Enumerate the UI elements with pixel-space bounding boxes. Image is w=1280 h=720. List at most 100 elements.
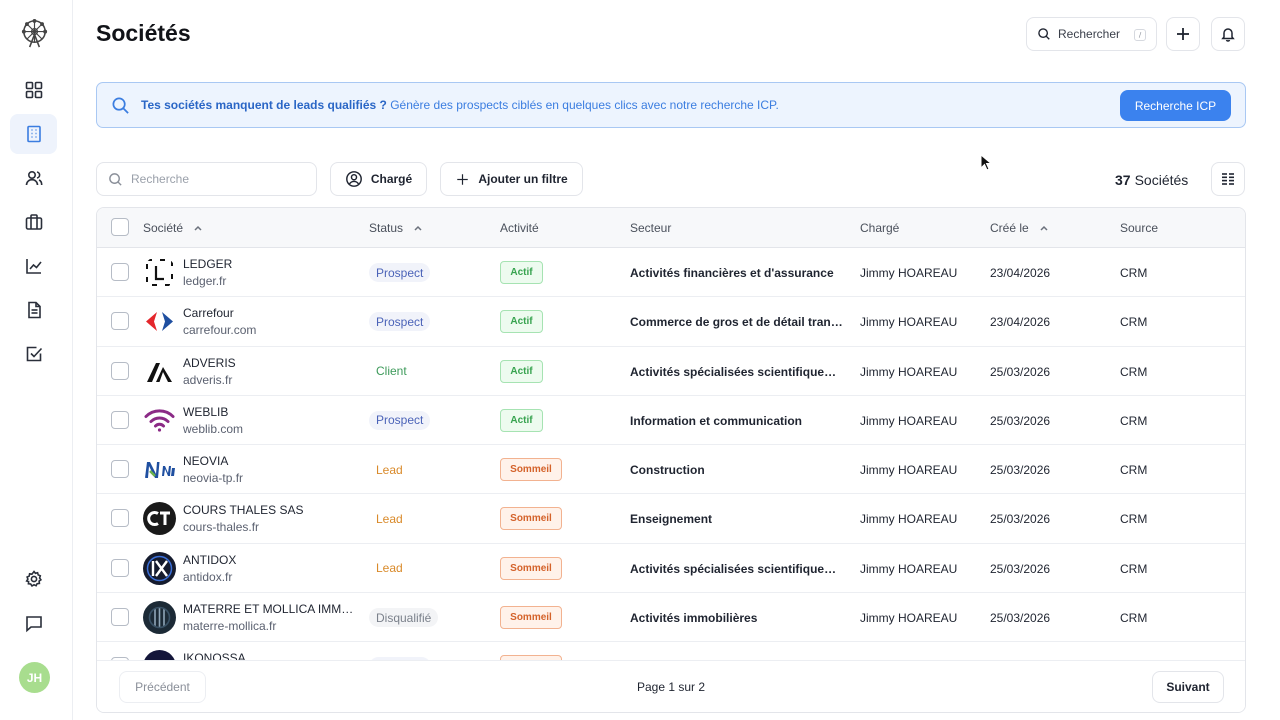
- company-logo: [143, 502, 176, 536]
- table-row[interactable]: COURS THALES SAS cours-thales.fr Lead So…: [97, 494, 1245, 544]
- owner-filter-button[interactable]: Chargé: [330, 162, 427, 196]
- next-page-button[interactable]: Suivant: [1152, 671, 1224, 703]
- nav-companies[interactable]: [10, 114, 57, 154]
- column-source[interactable]: Source: [1120, 221, 1158, 235]
- company-name[interactable]: NEOVIA: [183, 454, 228, 468]
- owner-cell: Jimmy HOAREAU: [860, 315, 958, 330]
- company-name[interactable]: Carrefour: [183, 306, 234, 320]
- table-header: Société Status Activité Secteur Chargé C…: [97, 208, 1245, 248]
- users-icon: [25, 170, 42, 186]
- pagination: Précédent Page 1 sur 2 Suivant: [97, 660, 1245, 712]
- banner-text: Génère des prospects ciblés en quelques …: [386, 98, 779, 112]
- status-badge: Prospect: [369, 263, 431, 282]
- table-row[interactable]: MATERRE ET MOLLICA IMM… materre-mollica.…: [97, 593, 1245, 643]
- table-row[interactable]: LEDGER ledger.fr Prospect Actif Activité…: [97, 248, 1245, 298]
- company-name[interactable]: LEDGER: [183, 257, 232, 271]
- nav-messages[interactable]: [10, 603, 57, 643]
- owner-cell: Jimmy HOAREAU: [860, 512, 958, 527]
- status-badge: Prospect: [369, 312, 431, 332]
- search-input[interactable]: Recherche: [96, 162, 317, 196]
- row-checkbox[interactable]: [111, 410, 129, 429]
- global-search-label: Rechercher: [1058, 27, 1121, 41]
- nav-analytics[interactable]: [10, 246, 57, 286]
- carrefour-logo-icon: [146, 312, 173, 332]
- previous-page-button[interactable]: Précédent: [119, 671, 206, 703]
- created-cell: 25/03/2026: [990, 611, 1051, 626]
- row-checkbox[interactable]: [111, 608, 129, 627]
- company-logo: [143, 355, 176, 388]
- status-badge: Prospect: [369, 410, 431, 430]
- sector-cell: Activités financières et d'assurance: [630, 266, 834, 280]
- table-row[interactable]: NEOVIA neovia-tp.fr Lead Sommeil Constru…: [97, 445, 1245, 495]
- checkbox-icon: [26, 346, 42, 362]
- column-company[interactable]: Société: [143, 221, 203, 235]
- table-row[interactable]: ADVERIS adveris.fr Client Actif Activité…: [97, 347, 1245, 396]
- column-activity[interactable]: Activité: [500, 221, 539, 235]
- nav-documents[interactable]: [10, 290, 57, 330]
- activity-badge: Actif: [500, 408, 543, 432]
- created-cell: 25/03/2026: [990, 463, 1051, 478]
- neovia-logo-icon: [145, 462, 175, 479]
- nav-contacts[interactable]: [10, 158, 57, 198]
- status-badge: Lead: [376, 511, 403, 526]
- column-created[interactable]: Créé le: [990, 221, 1049, 235]
- nav-deals[interactable]: [10, 202, 57, 242]
- source-cell: CRM: [1120, 561, 1148, 576]
- add-filter-button[interactable]: Ajouter un filtre: [440, 162, 583, 196]
- company-domain: antidox.fr: [183, 569, 233, 584]
- row-checkbox[interactable]: [111, 509, 129, 528]
- company-name[interactable]: ADVERIS: [183, 356, 236, 370]
- column-owner[interactable]: Chargé: [860, 221, 899, 235]
- add-button[interactable]: [1166, 17, 1200, 51]
- app-logo[interactable]: [19, 18, 50, 49]
- select-all-checkbox[interactable]: [111, 218, 129, 236]
- column-status[interactable]: Status: [369, 221, 423, 235]
- icp-search-button[interactable]: Recherche ICP: [1120, 90, 1231, 121]
- user-avatar[interactable]: JH: [19, 662, 50, 693]
- table-row[interactable]: ANTIDOX antidox.fr Lead Sommeil Activité…: [97, 544, 1245, 594]
- column-sector-label: Secteur: [630, 221, 672, 235]
- company-name[interactable]: COURS THALES SAS: [183, 503, 303, 517]
- page-title: Sociétés: [96, 20, 191, 46]
- source-cell: CRM: [1120, 266, 1148, 280]
- created-cell: 25/03/2026: [990, 364, 1051, 379]
- activity-badge: Sommeil: [500, 606, 562, 630]
- column-company-label: Société: [143, 221, 184, 235]
- created-cell: 23/04/2026: [990, 266, 1051, 280]
- column-status-label: Status: [369, 221, 404, 235]
- row-checkbox[interactable]: [111, 312, 129, 331]
- table-row[interactable]: Carrefour carrefour.com Prospect Actif C…: [97, 297, 1245, 347]
- column-owner-label: Chargé: [860, 221, 900, 235]
- row-checkbox[interactable]: [111, 558, 129, 577]
- company-name[interactable]: MATERRE ET MOLLICA IMM…: [183, 602, 353, 616]
- row-checkbox[interactable]: [111, 460, 129, 479]
- company-domain: cours-thales.fr: [183, 520, 260, 535]
- ct-monogram-icon: [147, 511, 170, 527]
- owner-cell: Jimmy HOAREAU: [860, 463, 958, 478]
- row-checkbox[interactable]: [111, 263, 129, 281]
- ferris-wheel-icon: [21, 18, 48, 48]
- company-domain: weblib.com: [183, 421, 244, 436]
- nav-dashboard[interactable]: [10, 70, 57, 110]
- view-toggle-button[interactable]: [1211, 162, 1245, 196]
- company-name[interactable]: WEBLIB: [183, 405, 228, 419]
- nav-settings[interactable]: [10, 559, 57, 599]
- owner-cell: Jimmy HOAREAU: [860, 413, 958, 428]
- owner-cell: Jimmy HOAREAU: [860, 561, 958, 576]
- company-domain: carrefour.com: [183, 323, 257, 338]
- company-name[interactable]: ANTIDOX: [183, 553, 236, 567]
- mouse-cursor-icon: [980, 154, 992, 171]
- column-sector[interactable]: Secteur: [630, 221, 671, 235]
- company-logo: [143, 453, 176, 486]
- sort-asc-icon: [414, 225, 422, 231]
- owner-filter-label: Chargé: [370, 172, 413, 186]
- row-checkbox[interactable]: [111, 361, 129, 380]
- search-icon: [112, 97, 129, 114]
- global-search-button[interactable]: Rechercher /: [1026, 17, 1157, 51]
- created-cell: 25/03/2026: [990, 512, 1051, 527]
- add-filter-label: Ajouter un filtre: [478, 172, 568, 186]
- status-badge: Lead: [376, 462, 403, 477]
- notifications-button[interactable]: [1211, 17, 1245, 51]
- nav-tasks[interactable]: [10, 334, 57, 374]
- table-row[interactable]: WEBLIB weblib.com Prospect Actif Informa…: [97, 396, 1245, 446]
